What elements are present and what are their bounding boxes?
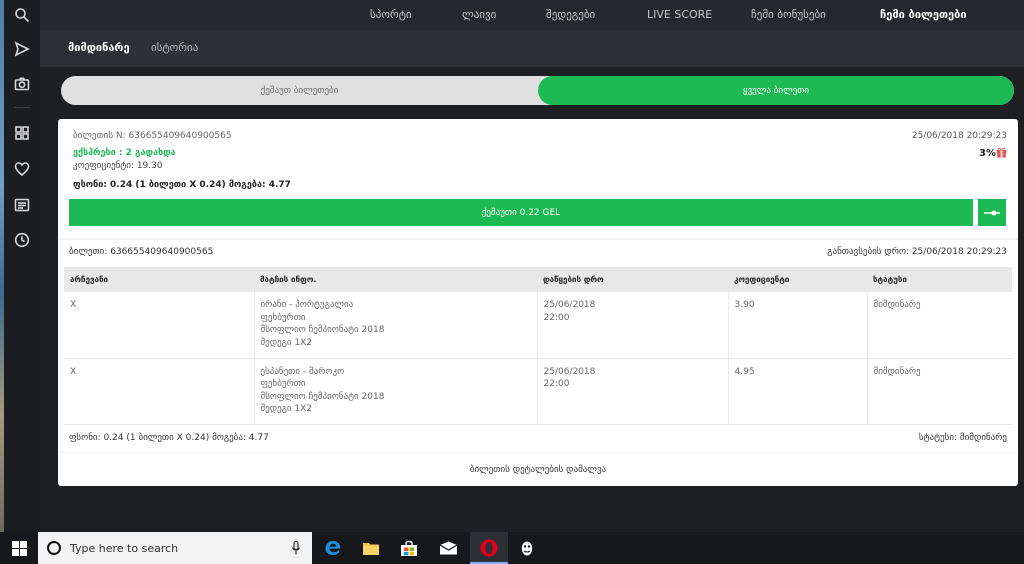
search-icon[interactable] — [13, 6, 31, 24]
ticket-stake: ფსონი: 0.24 (1 ბილეთი X 0.24) მოგება: 4.… — [73, 180, 291, 190]
subnav-current[interactable]: მიმდინარე — [68, 41, 130, 54]
heart-icon[interactable] — [13, 160, 31, 178]
start-button[interactable] — [0, 532, 38, 564]
top-navigation: სპორტი ლაივი შედეგები LIVE SCORE ჩემი ბო… — [40, 0, 1024, 30]
left-sidebar — [4, 0, 40, 532]
match-teams: ირანი - პორტუგალია — [260, 300, 354, 310]
windows-taskbar: Type here to search — [0, 532, 1024, 564]
sub-navigation: მიმდინარე ისტორია — [40, 30, 1024, 67]
nav-live[interactable]: ლაივი — [462, 8, 496, 21]
start-date: 25/06/2018 — [543, 366, 596, 377]
subnav-history[interactable]: ისტორია — [151, 41, 198, 54]
header-coefficient: კოეფიციენტი — [728, 267, 867, 292]
rail-divider — [14, 107, 30, 108]
mic-icon[interactable] — [292, 541, 300, 555]
match-market: შედეგი 1X2 — [260, 337, 313, 348]
nav-my-bonuses[interactable]: ჩემი ბონუსები — [751, 8, 826, 21]
cortana-icon — [47, 541, 61, 555]
cashout-button[interactable]: ქეშაუთი 0.22 GEL — [69, 199, 973, 226]
cell-match-info: ესპანეთი - მაროკო ფეხბურთი მსოფლიო ჩემპი… — [254, 358, 538, 425]
camera-icon[interactable] — [13, 75, 31, 93]
clock-icon[interactable] — [13, 231, 31, 249]
match-teams: ესპანეთი - მაროკო — [260, 366, 345, 377]
nav-sport[interactable]: სპორტი — [370, 8, 412, 21]
start-date: 25/06/2018 — [543, 300, 596, 310]
mail-icon[interactable] — [437, 538, 459, 558]
summary-stake: ფსონი: 0.24 (1 ბილეთი X 0.24) მოგება: 4.… — [69, 433, 269, 443]
cell-start-time: 25/06/2018 22:00 — [537, 358, 729, 425]
table-row: X ესპანეთი - მაროკო ფეხბურთი მსოფლიო ჩემ… — [64, 358, 1012, 425]
match-sport: ფეხბურთი — [260, 312, 306, 323]
ticket-express: ექსპრესი : 2 გადახდა — [73, 148, 176, 158]
cell-coefficient: 3.90 — [728, 292, 868, 359]
cell-status: მიმდინარე — [867, 292, 1012, 359]
cell-match-info: ირანი - პორტუგალია ფეხბურთი მსოფლიო ჩემპ… — [254, 292, 538, 359]
search-placeholder: Type here to search — [70, 541, 179, 555]
send-icon[interactable] — [13, 40, 31, 58]
match-league: მსოფლიო ჩემპიონატი 2018 — [260, 391, 385, 402]
start-hour: 22:00 — [543, 312, 570, 323]
nav-live-score[interactable]: LIVE SCORE — [647, 8, 712, 21]
cell-choice: X — [64, 358, 255, 425]
toggle-all-tickets[interactable]: ყველა ბილეთი — [538, 76, 1014, 105]
opera-icon[interactable] — [478, 538, 500, 558]
ticket-number: ბილეთი: 636655409640900565 — [69, 247, 214, 257]
ticket-bonus-percent: 3% — [979, 148, 996, 159]
ticket-card: ბილეთის N: 636655409640900565 25/06/2018… — [58, 119, 1018, 486]
toggle-cashout-tickets[interactable]: ქეშაუთ ბილეთები — [61, 76, 538, 105]
grid-icon[interactable] — [13, 124, 31, 142]
gift-icon — [996, 147, 1007, 158]
windows-icon — [11, 540, 27, 556]
partial-cashout-button[interactable] — [978, 199, 1006, 226]
edge-icon[interactable] — [322, 538, 344, 558]
app-icon[interactable] — [516, 538, 538, 558]
ticket-id: ბილეთის N: 636655409640900565 — [73, 131, 232, 141]
header-status: სტატუსი — [867, 267, 1012, 292]
ticket-coefficient: კოეფიციენტი: 19.30 — [73, 161, 163, 171]
taskbar-search-box[interactable]: Type here to search — [38, 532, 312, 564]
nav-my-tickets[interactable]: ჩემი ბილეთები — [880, 8, 967, 21]
slider-icon — [984, 210, 1000, 215]
summary-status: სტატუსი: მიმდინარე — [918, 433, 1007, 443]
store-icon[interactable] — [398, 538, 420, 558]
match-market: შედეგი 1X2 — [260, 404, 313, 414]
hide-details-link[interactable]: ბილეთის დეტალების დამალვა — [58, 452, 1018, 486]
card-divider — [58, 238, 1018, 240]
nav-results[interactable]: შედეგები — [546, 8, 595, 21]
placement-time: განთავსების დრო: 25/06/2018 20:29:23 — [827, 247, 1007, 257]
match-sport: ფეხბურთი — [260, 379, 306, 389]
match-league: მსოფლიო ჩემპიონატი 2018 — [260, 325, 385, 335]
news-icon[interactable] — [13, 196, 31, 214]
cell-coefficient: 4.95 — [728, 358, 868, 425]
table-row: X ირანი - პორტუგალია ფეხბურთი მსოფლიო ჩე… — [64, 292, 1012, 359]
ticket-filter-toggle: ქეშაუთ ბილეთები ყველა ბილეთი — [61, 76, 1014, 105]
bets-table: არჩევანი მატჩის ინფო. დაწყების დრო კოეფი… — [64, 267, 1012, 425]
folder-icon[interactable] — [360, 538, 382, 558]
table-header-row: არჩევანი მატჩის ინფო. დაწყების დრო კოეფი… — [64, 267, 1012, 292]
cell-start-time: 25/06/2018 22:00 — [537, 292, 729, 359]
start-hour: 22:00 — [543, 379, 570, 389]
header-match-info: მატჩის ინფო. — [254, 267, 537, 292]
header-choice: არჩევანი — [64, 267, 254, 292]
header-start-time: დაწყების დრო — [537, 267, 728, 292]
cell-choice: X — [64, 292, 255, 359]
ticket-date: 25/06/2018 20:29:23 — [911, 131, 1007, 141]
cell-status: მიმდინარე — [867, 358, 1012, 425]
